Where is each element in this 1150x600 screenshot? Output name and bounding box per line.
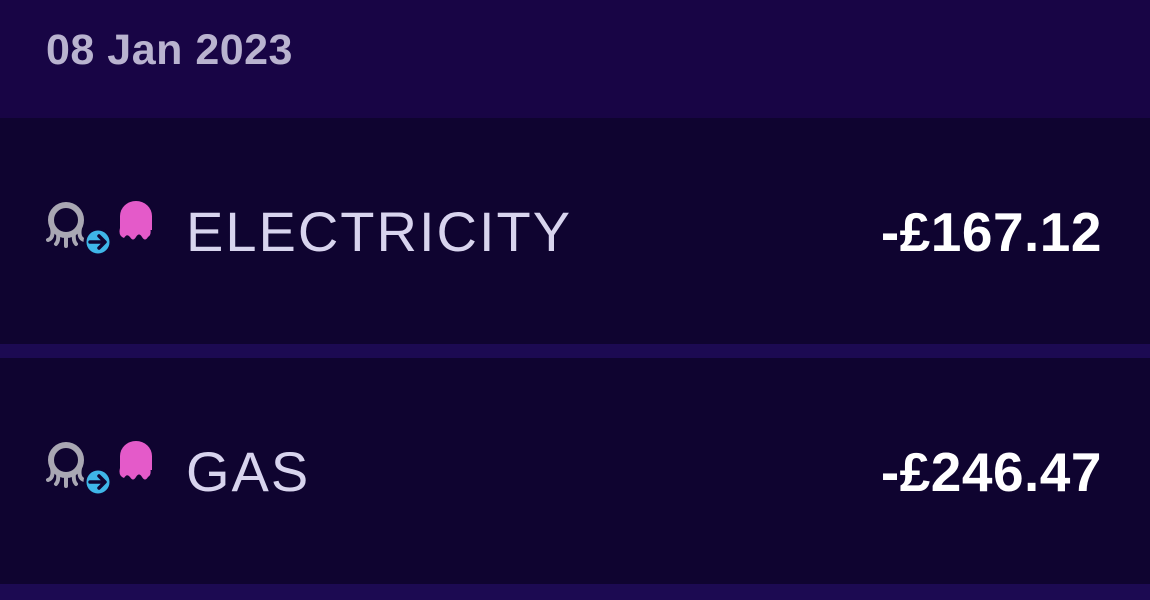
row-divider (0, 344, 1150, 358)
row-divider (0, 584, 1150, 600)
date-label: 08 Jan 2023 (46, 26, 293, 74)
transaction-amount: -£246.47 (880, 441, 1102, 503)
transaction-label: GAS (186, 440, 311, 503)
date-section-header: 08 Jan 2023 (0, 0, 1150, 116)
octopus-pink-icon (119, 441, 152, 480)
transaction-amount: -£167.12 (880, 201, 1102, 263)
transaction-row-electricity[interactable]: ELECTRICITY -£167.12 (0, 118, 1150, 344)
transfer-arrow-icon (83, 227, 113, 257)
octopus-outline-icon (46, 442, 86, 488)
transactions-screen: 08 Jan 2023 ELECTRICITY -£167.12 GAS -£2… (0, 0, 1150, 600)
transaction-label: ELECTRICITY (186, 200, 573, 263)
octopus-pink-icon (119, 201, 152, 240)
transfer-arrow-icon (83, 467, 113, 497)
transaction-icons (44, 440, 164, 500)
transaction-row-gas[interactable]: GAS -£246.47 (0, 358, 1150, 584)
transaction-icons (44, 200, 164, 260)
octopus-outline-icon (46, 202, 86, 248)
